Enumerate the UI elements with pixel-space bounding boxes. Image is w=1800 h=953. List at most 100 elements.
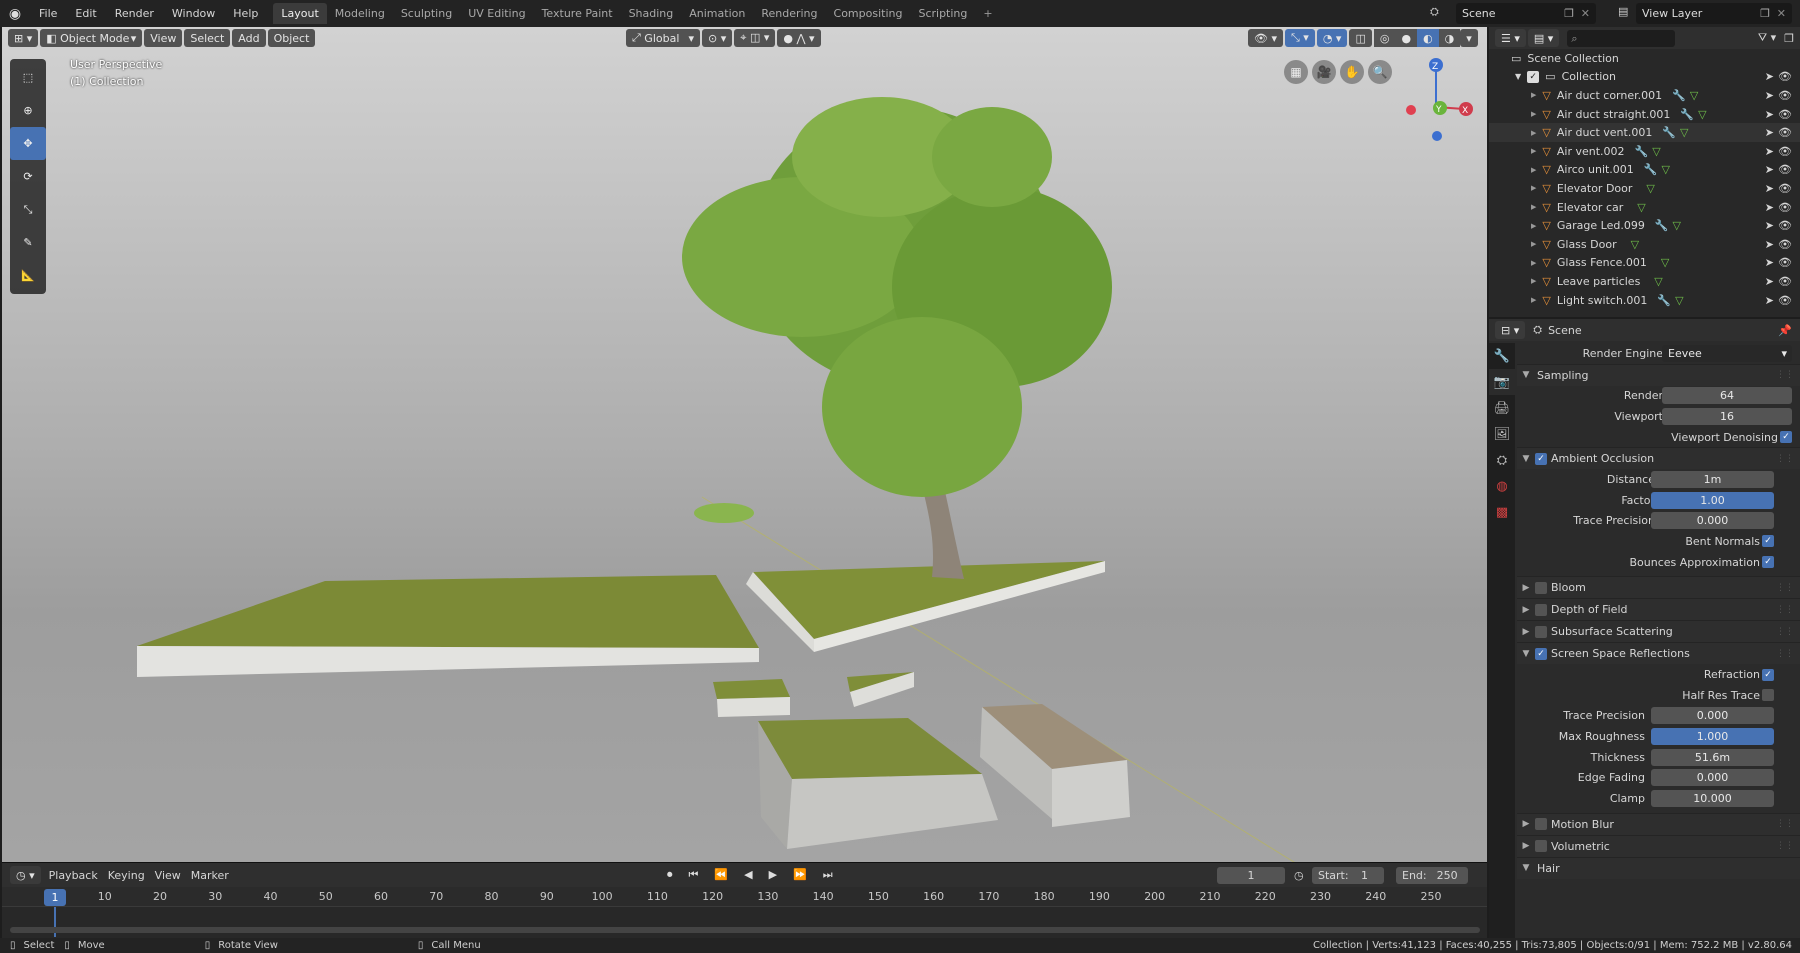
eye-icon[interactable]: 👁 (1778, 256, 1792, 269)
collapse-arrow-icon[interactable]: ▶ (1531, 166, 1536, 174)
mesh-data-icon[interactable]: ▽ (1680, 126, 1688, 139)
select-arrow-icon[interactable]: ➤ (1765, 182, 1774, 195)
transform-orientation-dropdown[interactable]: ⤢ Global ▾ (626, 29, 700, 47)
wrench-modifier-icon[interactable]: 🔧 (1657, 294, 1671, 307)
drag-grip-icon[interactable]: ⋮⋮ (1776, 649, 1794, 659)
drag-grip-icon[interactable]: ⋮⋮ (1776, 841, 1794, 851)
tab-uv-editing[interactable]: UV Editing (460, 3, 533, 24)
drag-grip-icon[interactable]: ⋮⋮ (1776, 819, 1794, 829)
outliner-search-input[interactable]: ⌕ (1567, 29, 1676, 47)
scene-collection-row[interactable]: ▭ Scene Collection (1489, 49, 1800, 68)
jump-end-icon[interactable]: ⏭ (823, 868, 833, 882)
select-arrow-icon[interactable]: ➤ (1765, 163, 1774, 176)
collapse-arrow-icon[interactable]: ▶ (1531, 277, 1536, 285)
scene-icon[interactable]: ⛭ (1430, 5, 1439, 19)
timeline-scrollbar[interactable] (10, 927, 1480, 933)
ssr-panel-header[interactable]: ▼ ✓ Screen Space Reflections ⋮⋮ (1517, 642, 1800, 665)
mesh-data-icon[interactable]: ▽ (1637, 201, 1645, 214)
scene-close-icon[interactable]: ✕ (1581, 7, 1590, 20)
scene-copy-icon[interactable]: ❐ (1564, 7, 1574, 20)
collection-row[interactable]: ▼ ✓ ▭ Collection ➤ 👁 (1489, 68, 1800, 87)
collection-exclude-checkbox[interactable]: ✓ (1527, 70, 1540, 83)
3d-viewport[interactable]: ⊞ ▾ ◧ Object Mode ▾ View Select Add Obje… (2, 27, 1487, 862)
rotate-tool-icon[interactable]: ⟳ (10, 160, 46, 193)
xray-toggle[interactable]: ◫ (1349, 29, 1372, 47)
ao-enable-checkbox[interactable]: ✓ (1535, 452, 1547, 465)
mesh-data-icon[interactable]: ▽ (1690, 89, 1698, 102)
outliner-item[interactable]: ▶ ▽ Air duct corner.001 🔧 ▽ ➤ 👁 (1489, 86, 1800, 105)
texture-tab-icon[interactable]: ▩ (1489, 499, 1515, 525)
grid-view-icon[interactable]: ▦ (1284, 60, 1308, 84)
move-tool-icon[interactable]: ✥ (10, 127, 46, 160)
add-workspace-icon[interactable]: + (975, 3, 1000, 24)
select-arrow-icon[interactable]: ➤ (1765, 70, 1774, 83)
viewport-menu-object[interactable]: Object (267, 29, 316, 47)
clamp-field[interactable]: 10.000 (1651, 789, 1774, 807)
mesh-data-icon[interactable]: ▽ (1661, 256, 1669, 269)
eye-icon[interactable]: 👁 (1778, 145, 1792, 158)
collapse-arrow-icon[interactable]: ▶ (1531, 259, 1536, 267)
tab-layout[interactable]: Layout (273, 3, 327, 24)
select-arrow-icon[interactable]: ➤ (1765, 294, 1774, 307)
shading-options-dropdown[interactable]: ▾ (1460, 29, 1478, 47)
tool-tab-icon[interactable]: 🔧 (1489, 343, 1515, 369)
outliner-item[interactable]: ▶ ▽ Air duct vent.001 🔧 ▽ ➤ 👁 (1489, 123, 1800, 142)
mesh-data-icon[interactable]: ▽ (1662, 163, 1670, 176)
outliner-item[interactable]: ▶ ▽ Airco unit.001 🔧 ▽ ➤ 👁 (1489, 161, 1800, 180)
select-arrow-icon[interactable]: ➤ (1765, 126, 1774, 139)
select-arrow-icon[interactable]: ➤ (1765, 238, 1774, 251)
outliner-item[interactable]: ▶ ▽ Elevator car ▽ ➤ 👁 (1489, 198, 1800, 217)
eye-icon[interactable]: 👁 (1778, 201, 1792, 214)
eye-icon[interactable]: 👁 (1778, 182, 1792, 195)
wrench-modifier-icon[interactable]: 🔧 (1635, 145, 1649, 158)
refraction-checkbox[interactable]: ✓ (1762, 668, 1774, 681)
eye-icon[interactable]: 👁 (1778, 126, 1792, 139)
wrench-modifier-icon[interactable]: 🔧 (1644, 163, 1658, 176)
dof-panel-header[interactable]: ▶ Depth of Field ⋮⋮ (1517, 598, 1800, 621)
pin-icon[interactable]: 📌 (1778, 324, 1792, 337)
eye-icon[interactable]: 👁 (1778, 163, 1792, 176)
preview-range-icon[interactable]: ◷ (1294, 869, 1304, 882)
menu-file[interactable]: File (30, 0, 66, 27)
tab-sculpting[interactable]: Sculpting (393, 3, 460, 24)
outliner-item[interactable]: ▶ ▽ Air duct straight.001 🔧 ▽ ➤ 👁 (1489, 105, 1800, 124)
filter-icon[interactable]: ⛛ ▾ (1758, 31, 1776, 45)
mesh-data-icon[interactable]: ▽ (1646, 182, 1654, 195)
hair-panel-header[interactable]: ▼ Hair (1517, 856, 1800, 879)
pan-hand-icon[interactable]: ✋ (1340, 60, 1364, 84)
play-reverse-icon[interactable]: ◀ (744, 868, 752, 882)
mesh-data-icon[interactable]: ▽ (1673, 219, 1681, 232)
samples-render-field[interactable]: 64 (1662, 387, 1792, 405)
wrench-modifier-icon[interactable]: 🔧 (1655, 219, 1669, 232)
ao-trace-field[interactable]: 0.000 (1651, 512, 1774, 530)
timeline-menu-keying[interactable]: Keying (108, 869, 145, 882)
start-frame-field[interactable]: Start: 1 (1312, 866, 1384, 884)
tab-shading[interactable]: Shading (621, 3, 682, 24)
scene-selector[interactable]: Scene ❐ ✕ (1456, 3, 1596, 24)
ao-distance-field[interactable]: 1m (1651, 471, 1774, 489)
tab-rendering[interactable]: Rendering (753, 3, 825, 24)
half-res-checkbox[interactable] (1762, 689, 1774, 702)
outliner-item[interactable]: ▶ ▽ Leave particles ▽ ➤ 👁 (1489, 272, 1800, 291)
drag-grip-icon[interactable]: ⋮⋮ (1776, 454, 1794, 464)
overlay-toggle[interactable]: ◔ ▾ (1316, 29, 1348, 47)
ssr-trace-field[interactable]: 0.000 (1651, 707, 1774, 725)
mesh-data-icon[interactable]: ▽ (1652, 145, 1660, 158)
snap-toggle[interactable]: ⌖ ◫ ▾ (734, 29, 776, 47)
view-layer-selector[interactable]: View Layer ❐ ✕ (1636, 3, 1792, 24)
playhead[interactable]: 1 (44, 889, 66, 906)
camera-view-icon[interactable]: 🎥 (1312, 60, 1336, 84)
timeline-menu-view[interactable]: View (155, 869, 181, 882)
blender-logo-icon[interactable]: ◉ (0, 6, 30, 22)
pivot-dropdown[interactable]: ⊙ ▾ (702, 29, 733, 47)
bent-normals-checkbox[interactable]: ✓ (1762, 535, 1774, 548)
volumetric-checkbox[interactable] (1535, 840, 1547, 852)
timeline-menu-playback[interactable]: Playback (49, 869, 98, 882)
world-tab-icon[interactable]: ◍ (1489, 473, 1515, 499)
view-layer-close-icon[interactable]: ✕ (1777, 7, 1786, 20)
record-icon[interactable]: ⏺ (667, 868, 673, 882)
tab-scripting[interactable]: Scripting (910, 3, 975, 24)
end-frame-field[interactable]: End: 250 (1396, 866, 1468, 884)
play-icon[interactable]: ▶ (769, 868, 777, 882)
drag-grip-icon[interactable]: ⋮⋮ (1776, 627, 1794, 637)
